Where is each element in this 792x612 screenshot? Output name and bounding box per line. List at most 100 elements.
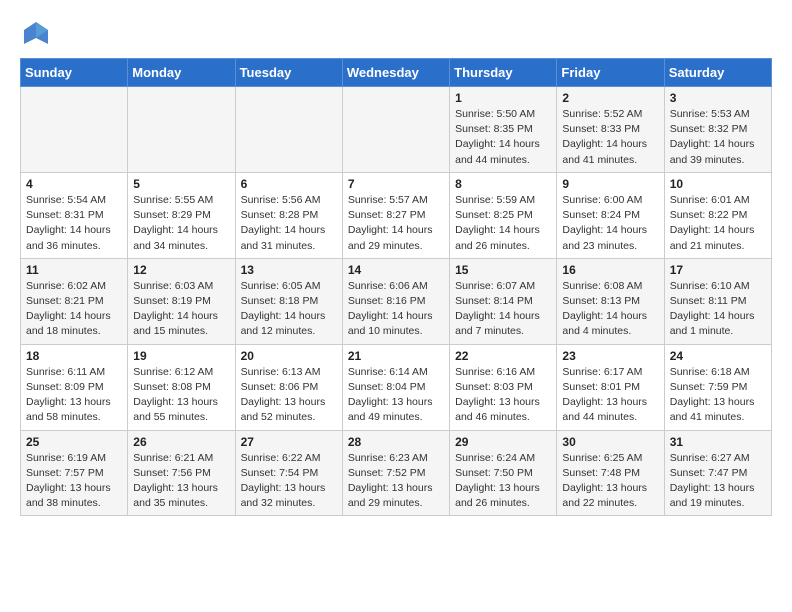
day-info: Sunrise: 6:22 AM Sunset: 7:54 PM Dayligh… — [241, 451, 337, 512]
day-info: Sunrise: 6:12 AM Sunset: 8:08 PM Dayligh… — [133, 365, 229, 426]
calendar-week-row: 25Sunrise: 6:19 AM Sunset: 7:57 PM Dayli… — [21, 430, 772, 516]
day-number: 16 — [562, 263, 658, 277]
calendar-week-row: 1 Sunrise: 5:50 AM Sunset: 8:35 PM Daylig… — [21, 87, 772, 173]
day-number: 12 — [133, 263, 229, 277]
day-number: 27 — [241, 435, 337, 449]
day-info: Sunrise: 6:27 AM Sunset: 7:47 PM Dayligh… — [670, 451, 766, 512]
weekday-header-sunday: Sunday — [21, 59, 128, 87]
day-info: Sunrise: 5:54 AM Sunset: 8:31 PM Dayligh… — [26, 193, 122, 254]
calendar-cell: 25Sunrise: 6:19 AM Sunset: 7:57 PM Dayli… — [21, 430, 128, 516]
day-info: Sunrise: 6:07 AM Sunset: 8:14 PM Dayligh… — [455, 279, 551, 340]
day-number: 19 — [133, 349, 229, 363]
day-number: 22 — [455, 349, 551, 363]
calendar-week-row: 11 Sunrise: 6:02 AM Sunset: 8:21 PM Dayli… — [21, 258, 772, 344]
weekday-header-tuesday: Tuesday — [235, 59, 342, 87]
day-number: 2 — [562, 91, 658, 105]
calendar-cell: 3Sunrise: 5:53 AM Sunset: 8:32 PM Daylig… — [664, 87, 771, 173]
weekday-header-monday: Monday — [128, 59, 235, 87]
day-number: 13 — [241, 263, 337, 277]
day-info: Sunrise: 6:08 AM Sunset: 8:13 PM Dayligh… — [562, 279, 658, 340]
day-info: Sunrise: 6:00 AM Sunset: 8:24 PM Dayligh… — [562, 193, 658, 254]
day-number: 31 — [670, 435, 766, 449]
calendar-cell: 8 Sunrise: 5:59 AM Sunset: 8:25 PM Daylig… — [450, 172, 557, 258]
logo — [20, 20, 50, 48]
day-info: Sunrise: 6:16 AM Sunset: 8:03 PM Dayligh… — [455, 365, 551, 426]
day-info: Sunrise: 5:50 AM Sunset: 8:35 PM Dayligh… — [455, 107, 551, 168]
day-info: Sunrise: 6:05 AM Sunset: 8:18 PM Dayligh… — [241, 279, 337, 340]
day-info: Sunrise: 5:59 AM Sunset: 8:25 PM Dayligh… — [455, 193, 551, 254]
calendar-cell: 21 Sunrise: 6:14 AM Sunset: 8:04 PM Dayli… — [342, 344, 449, 430]
calendar-cell: 4 Sunrise: 5:54 AM Sunset: 8:31 PM Daylig… — [21, 172, 128, 258]
calendar-cell — [21, 87, 128, 173]
calendar-cell: 5Sunrise: 5:55 AM Sunset: 8:29 PM Daylig… — [128, 172, 235, 258]
calendar-cell: 19 Sunrise: 6:12 AM Sunset: 8:08 PM Dayli… — [128, 344, 235, 430]
day-info: Sunrise: 6:11 AM Sunset: 8:09 PM Dayligh… — [26, 365, 122, 426]
calendar-cell: 30Sunrise: 6:25 AM Sunset: 7:48 PM Dayli… — [557, 430, 664, 516]
calendar-cell: 10 Sunrise: 6:01 AM Sunset: 8:22 PM Dayli… — [664, 172, 771, 258]
calendar-cell: 27 Sunrise: 6:22 AM Sunset: 7:54 PM Dayli… — [235, 430, 342, 516]
calendar-cell — [235, 87, 342, 173]
calendar-cell: 22 Sunrise: 6:16 AM Sunset: 8:03 PM Dayli… — [450, 344, 557, 430]
weekday-header-row: SundayMondayTuesdayWednesdayThursdayFrid… — [21, 59, 772, 87]
weekday-header-friday: Friday — [557, 59, 664, 87]
day-number: 26 — [133, 435, 229, 449]
day-info: Sunrise: 6:21 AM Sunset: 7:56 PM Dayligh… — [133, 451, 229, 512]
day-number: 21 — [348, 349, 444, 363]
weekday-header-wednesday: Wednesday — [342, 59, 449, 87]
calendar-cell: 17Sunrise: 6:10 AM Sunset: 8:11 PM Dayli… — [664, 258, 771, 344]
calendar-cell: 23Sunrise: 6:17 AM Sunset: 8:01 PM Dayli… — [557, 344, 664, 430]
day-number: 17 — [670, 263, 766, 277]
day-number: 11 — [26, 263, 122, 277]
day-info: Sunrise: 5:56 AM Sunset: 8:28 PM Dayligh… — [241, 193, 337, 254]
day-info: Sunrise: 6:02 AM Sunset: 8:21 PM Dayligh… — [26, 279, 122, 340]
calendar-cell: 28 Sunrise: 6:23 AM Sunset: 7:52 PM Dayli… — [342, 430, 449, 516]
weekday-header-saturday: Saturday — [664, 59, 771, 87]
day-number: 15 — [455, 263, 551, 277]
day-number: 29 — [455, 435, 551, 449]
day-info: Sunrise: 6:06 AM Sunset: 8:16 PM Dayligh… — [348, 279, 444, 340]
day-number: 10 — [670, 177, 766, 191]
calendar-cell — [128, 87, 235, 173]
calendar-cell: 12Sunrise: 6:03 AM Sunset: 8:19 PM Dayli… — [128, 258, 235, 344]
day-info: Sunrise: 5:57 AM Sunset: 8:27 PM Dayligh… — [348, 193, 444, 254]
day-info: Sunrise: 6:24 AM Sunset: 7:50 PM Dayligh… — [455, 451, 551, 512]
day-info: Sunrise: 6:13 AM Sunset: 8:06 PM Dayligh… — [241, 365, 337, 426]
day-number: 6 — [241, 177, 337, 191]
calendar-cell: 16 Sunrise: 6:08 AM Sunset: 8:13 PM Dayli… — [557, 258, 664, 344]
calendar-cell: 24Sunrise: 6:18 AM Sunset: 7:59 PM Dayli… — [664, 344, 771, 430]
calendar-cell: 11 Sunrise: 6:02 AM Sunset: 8:21 PM Dayli… — [21, 258, 128, 344]
day-info: Sunrise: 6:01 AM Sunset: 8:22 PM Dayligh… — [670, 193, 766, 254]
calendar-cell: 29 Sunrise: 6:24 AM Sunset: 7:50 PM Dayli… — [450, 430, 557, 516]
day-number: 28 — [348, 435, 444, 449]
calendar-week-row: 4 Sunrise: 5:54 AM Sunset: 8:31 PM Daylig… — [21, 172, 772, 258]
day-info: Sunrise: 5:53 AM Sunset: 8:32 PM Dayligh… — [670, 107, 766, 168]
weekday-header-thursday: Thursday — [450, 59, 557, 87]
calendar-cell: 20Sunrise: 6:13 AM Sunset: 8:06 PM Dayli… — [235, 344, 342, 430]
day-number: 1 — [455, 91, 551, 105]
day-number: 18 — [26, 349, 122, 363]
day-info: Sunrise: 6:25 AM Sunset: 7:48 PM Dayligh… — [562, 451, 658, 512]
calendar-cell: 6 Sunrise: 5:56 AM Sunset: 8:28 PM Daylig… — [235, 172, 342, 258]
day-number: 5 — [133, 177, 229, 191]
day-info: Sunrise: 5:52 AM Sunset: 8:33 PM Dayligh… — [562, 107, 658, 168]
calendar-table: SundayMondayTuesdayWednesdayThursdayFrid… — [20, 58, 772, 516]
calendar-cell: 15 Sunrise: 6:07 AM Sunset: 8:14 PM Dayli… — [450, 258, 557, 344]
day-number: 8 — [455, 177, 551, 191]
day-number: 7 — [348, 177, 444, 191]
page-header — [20, 20, 772, 48]
calendar-cell: 9Sunrise: 6:00 AM Sunset: 8:24 PM Daylig… — [557, 172, 664, 258]
day-info: Sunrise: 6:23 AM Sunset: 7:52 PM Dayligh… — [348, 451, 444, 512]
calendar-cell: 18 Sunrise: 6:11 AM Sunset: 8:09 PM Dayli… — [21, 344, 128, 430]
calendar-cell: 13 Sunrise: 6:05 AM Sunset: 8:18 PM Dayli… — [235, 258, 342, 344]
day-number: 23 — [562, 349, 658, 363]
day-info: Sunrise: 6:19 AM Sunset: 7:57 PM Dayligh… — [26, 451, 122, 512]
calendar-cell — [342, 87, 449, 173]
day-number: 14 — [348, 263, 444, 277]
day-info: Sunrise: 6:18 AM Sunset: 7:59 PM Dayligh… — [670, 365, 766, 426]
calendar-cell: 1 Sunrise: 5:50 AM Sunset: 8:35 PM Daylig… — [450, 87, 557, 173]
day-number: 4 — [26, 177, 122, 191]
logo-icon — [22, 20, 50, 48]
day-info: Sunrise: 6:14 AM Sunset: 8:04 PM Dayligh… — [348, 365, 444, 426]
calendar-cell: 31 Sunrise: 6:27 AM Sunset: 7:47 PM Dayli… — [664, 430, 771, 516]
calendar-cell: 7 Sunrise: 5:57 AM Sunset: 8:27 PM Daylig… — [342, 172, 449, 258]
